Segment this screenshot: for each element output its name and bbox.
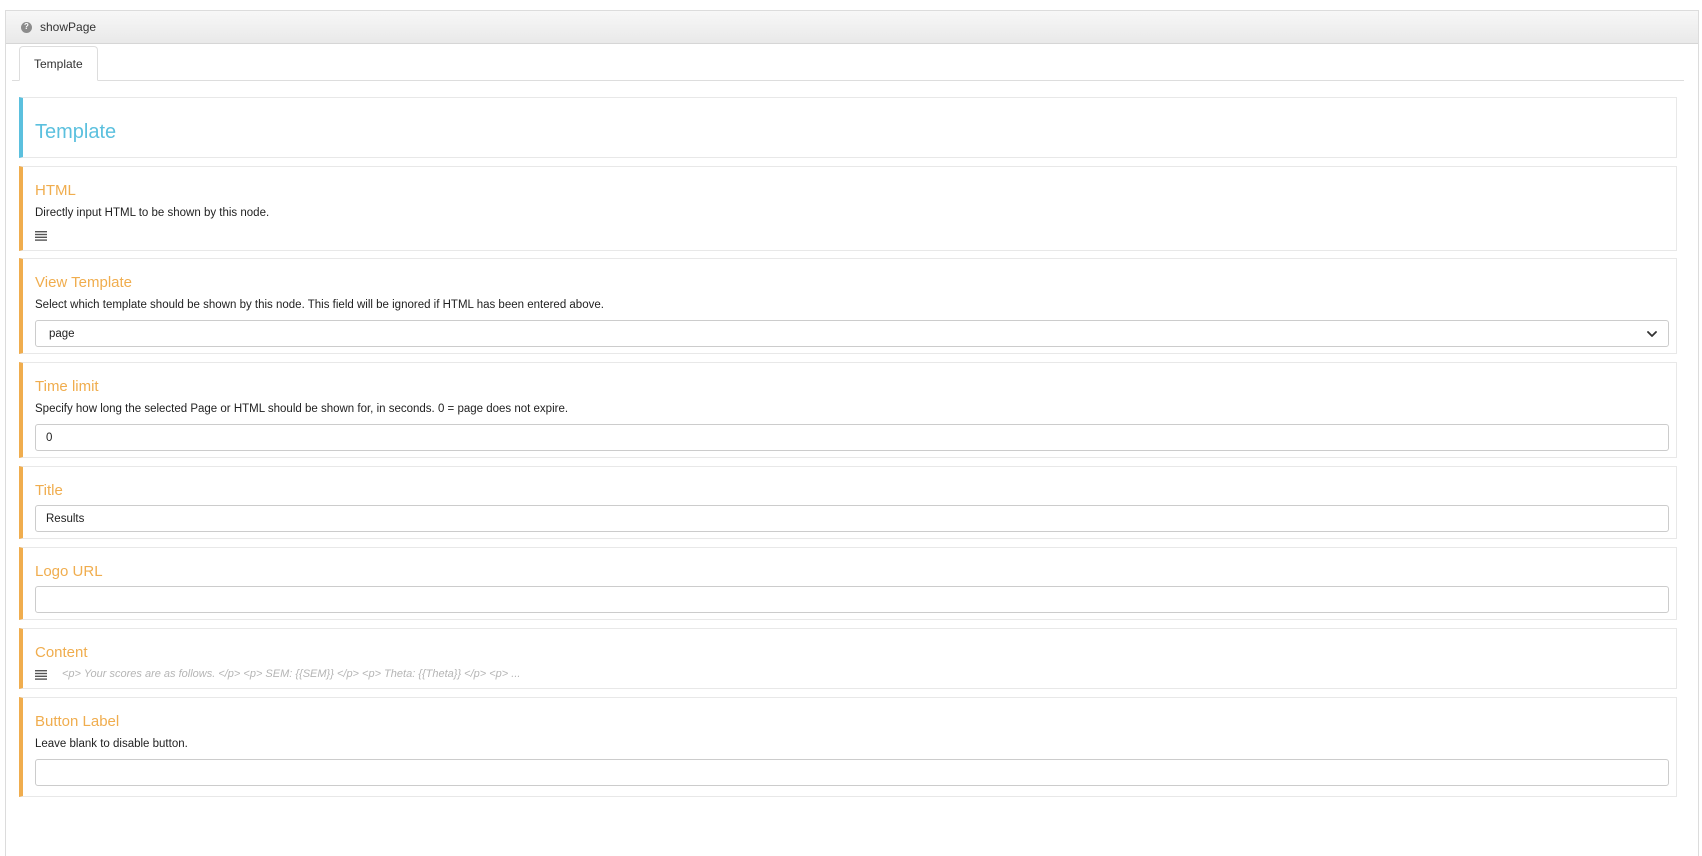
tab-bar: Template: [12, 46, 1684, 81]
html-field-description: Directly input HTML to be shown by this …: [35, 207, 270, 219]
content-field-card: Content <p> Your scores are as follows. …: [19, 628, 1677, 689]
view-template-select[interactable]: page: [35, 320, 1669, 347]
title-field-card: Title: [19, 466, 1677, 539]
time-limit-label: Time limit: [35, 378, 99, 395]
content-preview[interactable]: <p> Your scores are as follows. </p> <p>…: [62, 668, 520, 680]
button-label-field-card: Button Label Leave blank to disable butt…: [19, 697, 1677, 797]
content-label: Content: [35, 644, 88, 661]
section-title: Template: [35, 121, 117, 143]
view-template-field-card: View Template Select which template shou…: [19, 258, 1677, 354]
button-label-description: Leave blank to disable button.: [35, 738, 188, 750]
lines-icon[interactable]: [35, 231, 47, 241]
lines-icon[interactable]: [35, 670, 47, 680]
time-limit-description: Specify how long the selected Page or HT…: [35, 403, 569, 415]
view-template-label: View Template: [35, 274, 133, 291]
panel-header: ? showPage: [6, 11, 1698, 44]
chevron-down-icon: [1647, 330, 1657, 337]
logo-url-label: Logo URL: [35, 563, 103, 580]
button-label-input[interactable]: [46, 766, 1658, 779]
time-limit-field-card: Time limit Specify how long the selected…: [19, 362, 1677, 458]
html-field-card: HTML Directly input HTML to be shown by …: [19, 166, 1677, 251]
title-input-wrapper: [35, 505, 1669, 532]
html-field-label: HTML: [35, 182, 76, 199]
title-input[interactable]: [46, 512, 1658, 525]
logo-url-input-wrapper: [35, 586, 1669, 613]
view-template-description: Select which template should be shown by…: [35, 299, 604, 311]
panel-title: showPage: [40, 20, 97, 34]
question-circle-icon[interactable]: ?: [21, 21, 32, 33]
button-label-label: Button Label: [35, 713, 120, 730]
time-limit-input[interactable]: [46, 431, 1658, 444]
title-label: Title: [35, 482, 63, 499]
logo-url-field-card: Logo URL: [19, 547, 1677, 620]
logo-url-input[interactable]: [46, 593, 1658, 606]
section-template-header: Template: [19, 97, 1677, 158]
time-limit-input-wrapper: [35, 424, 1669, 451]
view-template-selected-value: page: [49, 327, 75, 340]
tab-template[interactable]: Template: [19, 46, 98, 81]
button-label-input-wrapper: [35, 759, 1669, 786]
